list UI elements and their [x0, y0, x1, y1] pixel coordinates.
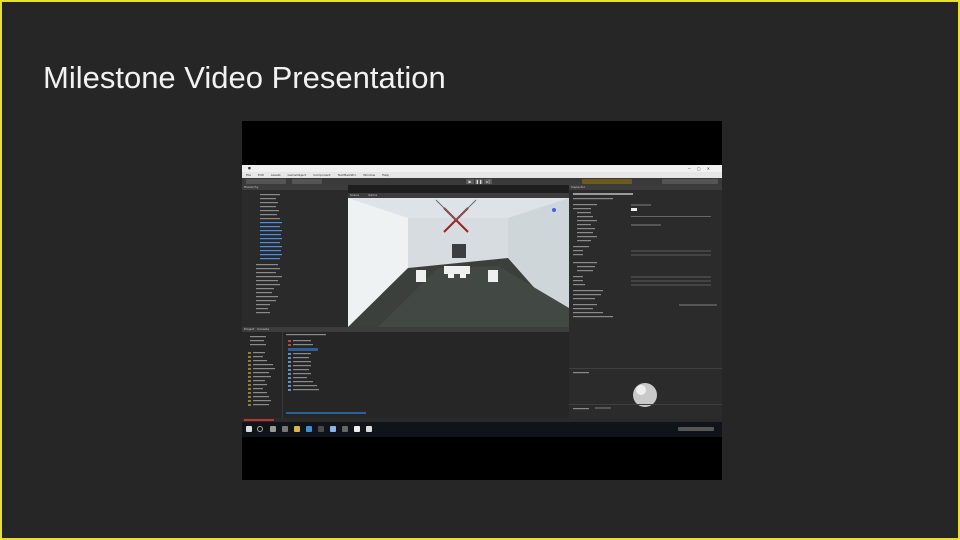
menu-assets: Assets: [270, 173, 281, 177]
menu-textmeshpro: TextMeshPro: [337, 173, 357, 177]
tab-scene: Scene: [350, 193, 360, 197]
video-player[interactable]: ■ −▢✕ File Edit Assets GameObject Compon…: [242, 121, 722, 480]
slide-title: Milestone Video Presentation: [43, 60, 446, 95]
system-tray: [678, 427, 714, 431]
material-sphere-icon: [633, 383, 657, 407]
tab-console: Console: [257, 327, 270, 331]
step-icon: ▸|: [484, 179, 492, 184]
hierarchy-tree: [256, 194, 282, 314]
menu-gameobject: GameObject: [287, 173, 307, 177]
transform-tools: [246, 179, 286, 184]
layers-layout: [662, 179, 718, 184]
search-icon: [257, 426, 263, 432]
scene-view[interactable]: Scene Game: [348, 193, 569, 327]
tab-game: Game: [368, 193, 378, 197]
windows-start-icon: [246, 426, 252, 432]
collab-button: [582, 179, 632, 184]
inspector-panel: Inspector: [569, 185, 722, 418]
video-frame: ■ −▢✕ File Edit Assets GameObject Compon…: [242, 165, 722, 437]
inspector-fields: [569, 193, 722, 410]
unity-window-title: ■: [242, 165, 722, 172]
window-controls: −▢✕: [687, 166, 716, 171]
menu-component: Component: [313, 173, 331, 177]
hierarchy-panel: Hierarchy: [242, 185, 348, 327]
pivot-toggle: [292, 179, 322, 184]
pause-icon: ❚❚: [475, 179, 483, 184]
menu-edit: Edit: [258, 173, 264, 177]
project-browser: [248, 332, 366, 418]
menu-help: Help: [382, 173, 389, 177]
editor-toolbar: ▶ ❚❚ ▸|: [242, 178, 722, 185]
slide: Milestone Video Presentation ■ −▢✕ File …: [0, 0, 960, 540]
unity-icon: ■: [248, 166, 251, 170]
windows-taskbar: [242, 422, 722, 437]
menu-window: Window: [363, 173, 376, 177]
tab-project: Project: [244, 327, 255, 331]
project-panel: Project Console: [242, 327, 569, 418]
menu-file: File: [246, 173, 252, 177]
play-icon: ▶: [466, 179, 474, 184]
scene-render: [348, 198, 569, 327]
